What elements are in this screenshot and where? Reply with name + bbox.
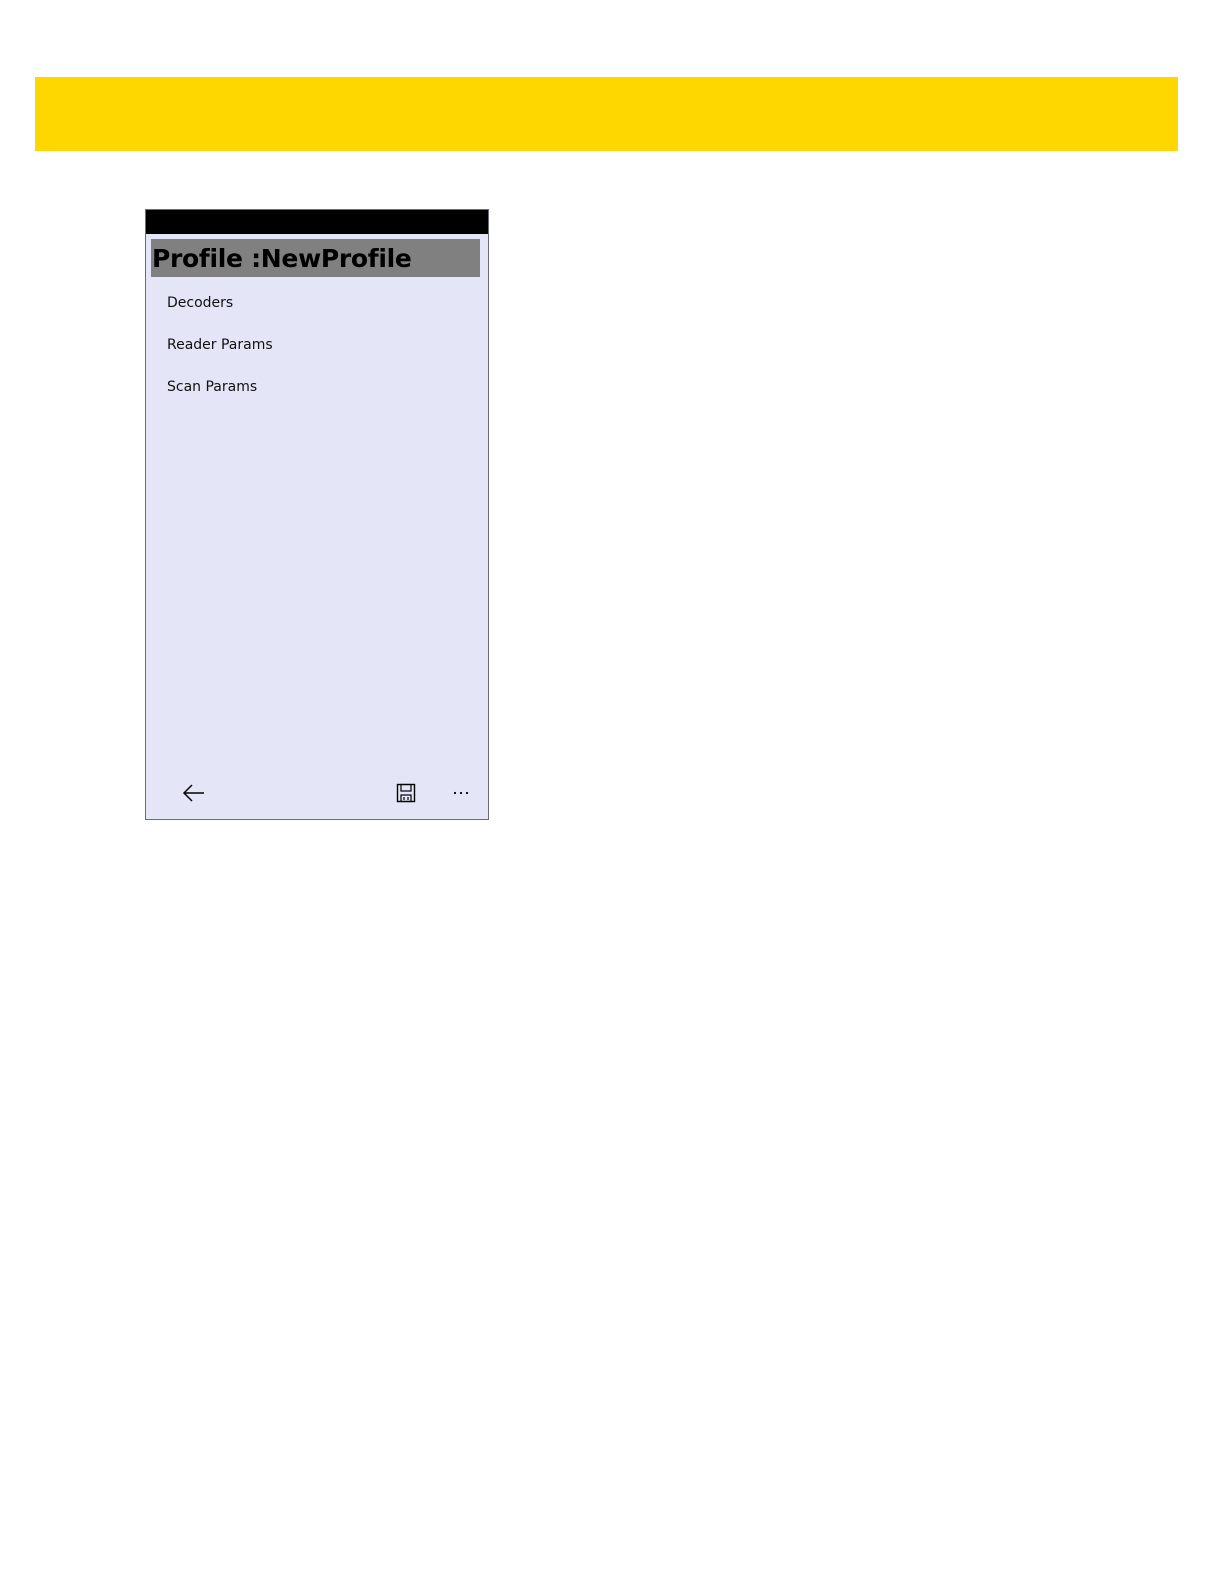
arrow-left-icon (182, 784, 204, 802)
yellow-header-bar (35, 77, 1178, 151)
menu-item-decoders[interactable]: Decoders (146, 285, 488, 327)
profile-title: Profile :NewProfile (151, 239, 480, 277)
floppy-disk-icon (396, 783, 416, 803)
more-button[interactable] (445, 777, 477, 809)
ellipsis-icon (453, 791, 469, 795)
app-bar (146, 769, 488, 819)
menu-item-scan-params[interactable]: Scan Params (146, 369, 488, 411)
menu-item-reader-params[interactable]: Reader Params (146, 327, 488, 369)
status-bar (146, 210, 488, 234)
phone-screen: Profile :NewProfile Decoders Reader Para… (145, 209, 489, 820)
save-button[interactable] (390, 777, 422, 809)
menu-list: Decoders Reader Params Scan Params (146, 285, 488, 411)
back-button[interactable] (178, 777, 210, 809)
